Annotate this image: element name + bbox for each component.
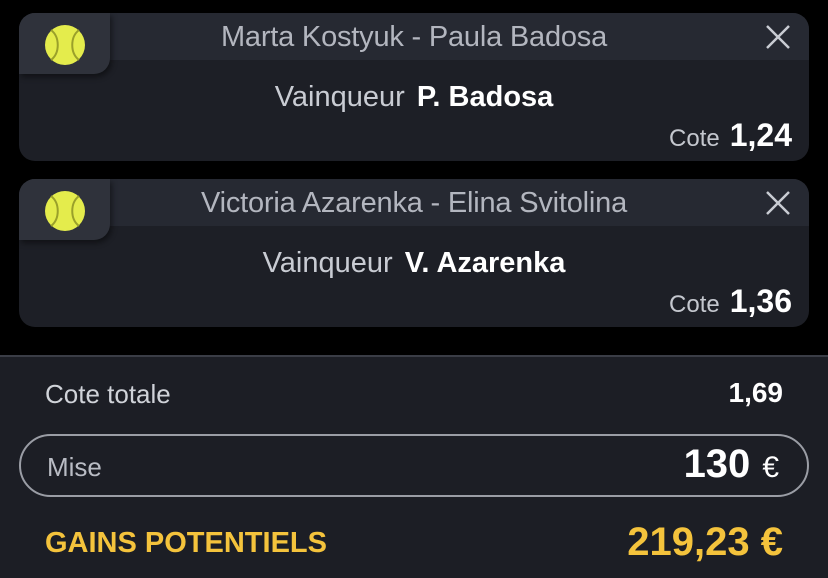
potential-gains-value: 219,23 €: [627, 520, 783, 564]
cote-label: Cote: [669, 125, 720, 152]
sport-tab: [19, 179, 110, 240]
odds: Cote 1,24: [669, 117, 792, 154]
close-icon[interactable]: [765, 24, 791, 50]
betslip: Marta Kostyuk - Paula Badosa Vainqueur P…: [0, 0, 828, 578]
stake-label: Mise: [47, 452, 102, 482]
betslip-summary: Cote totale 1,69 Mise 130 € GAINS POTENT…: [0, 355, 828, 578]
stake-input[interactable]: Mise 130 €: [19, 434, 809, 497]
cote-label: Cote: [669, 291, 720, 318]
odds: Cote 1,36: [669, 283, 792, 320]
bet-selection: Vainqueur P. Badosa: [19, 81, 809, 114]
total-odds-label: Cote totale: [45, 379, 171, 409]
stake-value: 130: [683, 442, 751, 486]
pick-name: V. Azarenka: [404, 247, 566, 279]
tennis-ball-icon: [45, 191, 85, 231]
potential-gains-label: GAINS POTENTIELS: [45, 527, 327, 559]
sport-tab: [19, 13, 110, 74]
cote-value: 1,24: [729, 117, 792, 153]
stake-amount: 130 €: [684, 442, 779, 487]
bet-selection: Vainqueur V. Azarenka: [19, 247, 809, 280]
pick-name: P. Badosa: [416, 81, 554, 113]
market-label: Vainqueur: [262, 247, 393, 279]
match-title: Marta Kostyuk - Paula Badosa: [220, 21, 608, 53]
cote-value: 1,36: [729, 283, 792, 319]
match-title: Victoria Azarenka - Elina Svitolina: [200, 187, 628, 219]
market-label: Vainqueur: [274, 81, 405, 113]
stake-currency: €: [762, 451, 779, 484]
total-odds-value: 1,69: [728, 377, 784, 408]
bet-card: Victoria Azarenka - Elina Svitolina Vain…: [19, 179, 809, 327]
tennis-ball-icon: [45, 25, 85, 65]
bet-card: Marta Kostyuk - Paula Badosa Vainqueur P…: [19, 13, 809, 161]
close-icon[interactable]: [765, 190, 791, 216]
